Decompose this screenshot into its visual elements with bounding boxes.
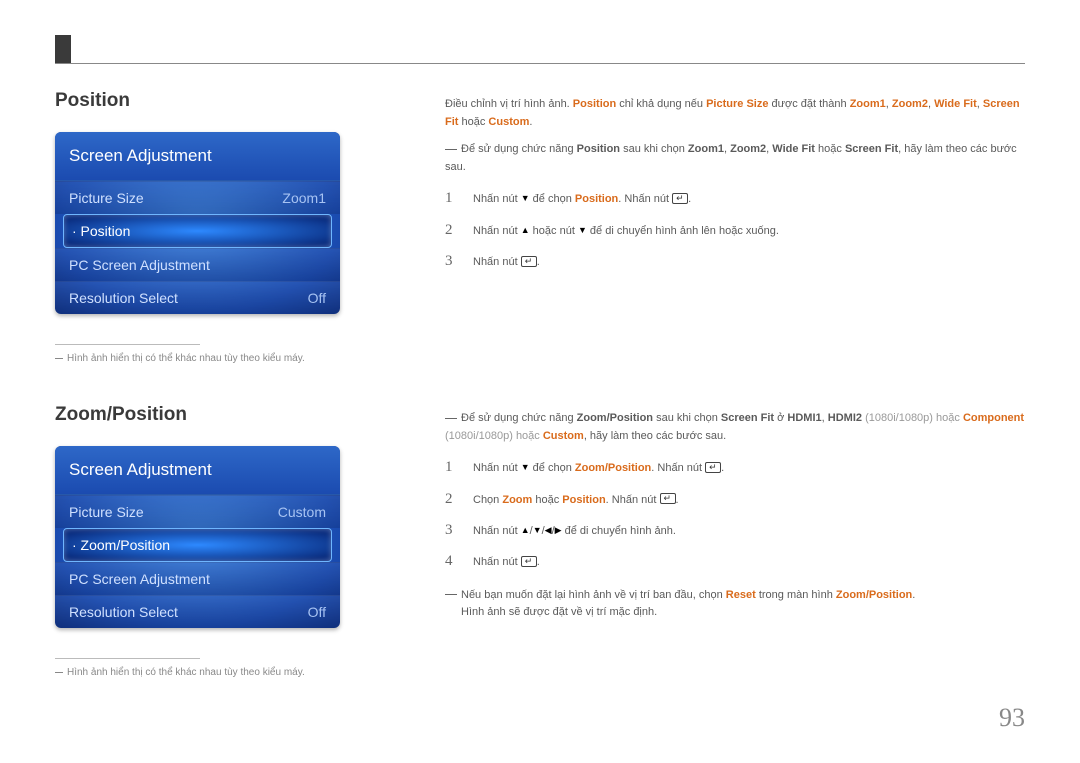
enter-icon xyxy=(672,193,688,204)
menu-label: Picture Size xyxy=(69,504,144,520)
menu-row-zoom-position[interactable]: · Zoom/Position xyxy=(63,528,332,562)
menu-label: · Position xyxy=(72,223,130,239)
note-rule xyxy=(55,344,200,345)
section-zoom-position: Zoom/Position Screen Adjustment Picture … xyxy=(55,404,1025,678)
menu-value: Custom xyxy=(278,504,326,520)
image-note: Hình ảnh hiển thị có thể khác nhau tùy t… xyxy=(55,353,445,364)
menu-label: Resolution Select xyxy=(69,290,178,306)
section-title: Zoom/Position xyxy=(55,404,445,426)
menu-row-resolution[interactable]: Resolution Select Off xyxy=(55,595,340,628)
dash-note: Để sử dụng chức năng Position sau khi ch… xyxy=(445,141,1025,176)
menu-label: PC Screen Adjustment xyxy=(69,571,210,587)
page-number: 93 xyxy=(999,703,1025,733)
enter-icon xyxy=(660,493,676,504)
menu-row-position[interactable]: · Position xyxy=(63,214,332,248)
note-rule xyxy=(55,658,200,659)
up-icon: ▲ xyxy=(521,524,530,537)
step-1: 1 Nhấn nút ▼ để chọn Position. Nhấn nút … xyxy=(445,190,1025,207)
menu-label: · Zoom/Position xyxy=(72,537,170,553)
dash-note-reset: Nếu bạn muốn đặt lại hình ảnh về vị trí … xyxy=(445,587,1025,622)
dash-note: Để sử dụng chức năng Zoom/Position sau k… xyxy=(445,410,1025,445)
section-position: Position Screen Adjustment Picture Size … xyxy=(55,90,1025,364)
menu-row-picture-size[interactable]: Picture Size Custom xyxy=(55,495,340,528)
menu-label: PC Screen Adjustment xyxy=(69,257,210,273)
menu-row-resolution[interactable]: Resolution Select Off xyxy=(55,281,340,314)
step-3: 3 Nhấn nút ▲/▼/◀/▶ để di chuyển hình ảnh… xyxy=(445,522,1025,539)
step-2: 2 Nhấn nút ▲ hoặc nút ▼ để di chuyển hìn… xyxy=(445,222,1025,239)
down-icon: ▼ xyxy=(521,192,530,205)
menu-row-pc-screen[interactable]: PC Screen Adjustment xyxy=(55,248,340,281)
osd-menu: Screen Adjustment Picture Size Zoom1 · P… xyxy=(55,132,340,314)
menu-label: Picture Size xyxy=(69,190,144,206)
menu-label: Resolution Select xyxy=(69,604,178,620)
enter-icon xyxy=(521,256,537,267)
menu-row-picture-size[interactable]: Picture Size Zoom1 xyxy=(55,181,340,214)
osd-menu: Screen Adjustment Picture Size Custom · … xyxy=(55,446,340,628)
steps-list: 1 Nhấn nút ▼ để chọn Zoom/Position. Nhấn… xyxy=(445,459,1025,571)
steps-list: 1 Nhấn nút ▼ để chọn Position. Nhấn nút … xyxy=(445,190,1025,270)
step-4: 4 Nhấn nút . xyxy=(445,553,1025,570)
section-title: Position xyxy=(55,90,445,112)
step-2: 2 Chọn Zoom hoặc Position. Nhấn nút . xyxy=(445,491,1025,508)
down-icon: ▼ xyxy=(533,524,542,537)
menu-row-pc-screen[interactable]: PC Screen Adjustment xyxy=(55,562,340,595)
page-header-mark xyxy=(55,35,71,63)
step-1: 1 Nhấn nút ▼ để chọn Zoom/Position. Nhấn… xyxy=(445,459,1025,476)
image-note: Hình ảnh hiển thị có thể khác nhau tùy t… xyxy=(55,667,445,678)
step-3: 3 Nhấn nút . xyxy=(445,253,1025,270)
right-icon: ▶ xyxy=(555,524,562,537)
enter-icon xyxy=(521,556,537,567)
down-icon: ▼ xyxy=(521,461,530,474)
menu-value: Off xyxy=(308,604,326,620)
up-icon: ▲ xyxy=(521,224,530,237)
osd-menu-header: Screen Adjustment xyxy=(55,132,340,181)
menu-value: Zoom1 xyxy=(282,190,326,206)
left-icon: ◀ xyxy=(545,524,552,537)
intro-text: Điều chỉnh vị trí hình ảnh. Position chỉ… xyxy=(445,96,1025,131)
osd-menu-header: Screen Adjustment xyxy=(55,446,340,495)
menu-value: Off xyxy=(308,290,326,306)
page-header-rule xyxy=(55,63,1025,64)
enter-icon xyxy=(705,462,721,473)
down-icon: ▼ xyxy=(578,224,587,237)
